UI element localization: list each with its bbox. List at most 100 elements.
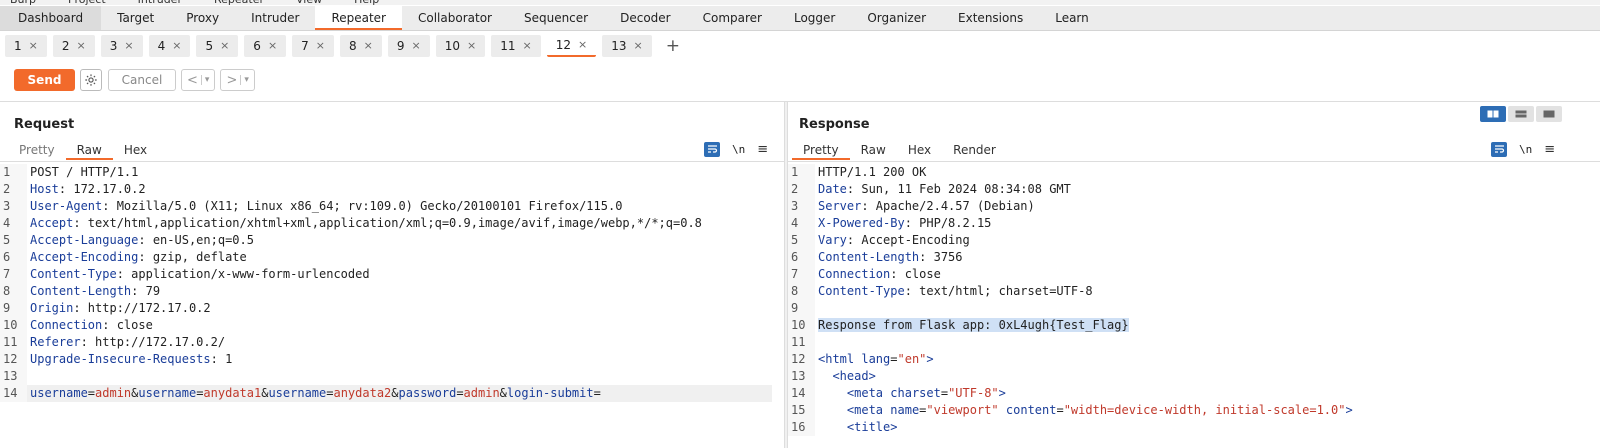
code-line: 16 <title>	[788, 419, 1353, 436]
repeater-tab-3[interactable]: 3 ×	[100, 35, 143, 57]
close-icon[interactable]: ×	[364, 35, 373, 57]
line-number: 1	[0, 164, 27, 181]
repeater-tab-4[interactable]: 4 ×	[148, 35, 191, 57]
repeater-tab-label: 7	[301, 39, 309, 53]
newline-toggle[interactable]: \n	[1519, 143, 1532, 156]
menu-repeater[interactable]: Repeater	[214, 0, 264, 5]
tab-logger[interactable]: Logger	[778, 6, 851, 30]
response-view-tab-pretty[interactable]: Pretty	[792, 140, 850, 160]
tabs-layout-icon[interactable]	[1536, 106, 1562, 122]
line-content: Accept-Encoding: gzip, deflate	[27, 249, 247, 266]
hamburger-menu-icon[interactable]: ≡	[1544, 142, 1555, 157]
code-line: 7 Content-Type: application/x-www-form-ur…	[0, 266, 772, 283]
repeater-tab-1[interactable]: 1 ×	[5, 35, 47, 57]
repeater-tab-9[interactable]: 9 ×	[387, 35, 430, 57]
menu-intruder[interactable]: Intruder	[138, 0, 182, 5]
line-content: <title>	[815, 419, 898, 436]
forward-button[interactable]: > ▾	[220, 69, 255, 91]
line-number: 13	[0, 368, 27, 385]
line-number: 8	[0, 283, 27, 300]
close-icon[interactable]: ×	[634, 35, 643, 57]
line-number: 9	[788, 300, 815, 317]
tab-extensions[interactable]: Extensions	[942, 6, 1039, 30]
response-view-tab-hex[interactable]: Hex	[897, 140, 942, 160]
request-view-tab-hex[interactable]: Hex	[113, 140, 158, 160]
token: : gzip, deflate	[138, 250, 247, 264]
response-view-tab-render[interactable]: Render	[942, 140, 1007, 160]
split-horizontal-icon[interactable]	[1480, 106, 1506, 122]
tab-comparer[interactable]: Comparer	[687, 6, 778, 30]
close-icon[interactable]: ×	[220, 35, 229, 57]
tab-sequencer[interactable]: Sequencer	[508, 6, 604, 30]
request-view-tab-pretty[interactable]: Pretty	[8, 140, 66, 160]
request-editor[interactable]: 1 POST / HTTP/1.1 2 Host: 172.17.0.2 3 User-A…	[0, 164, 772, 402]
tab-decoder[interactable]: Decoder	[604, 6, 687, 30]
request-title: Request	[14, 117, 75, 132]
response-view-tab-raw[interactable]: Raw	[850, 140, 897, 160]
line-number: 4	[0, 215, 27, 232]
newline-toggle[interactable]: \n	[732, 143, 745, 156]
tab-proxy[interactable]: Proxy	[170, 6, 235, 30]
forward-dropdown-icon[interactable]: ▾	[240, 75, 249, 85]
tab-organizer[interactable]: Organizer	[851, 6, 942, 30]
token: HTTP/1.1 200 OK	[818, 165, 927, 179]
menu-burp[interactable]: Burp	[10, 0, 36, 5]
close-icon[interactable]: ×	[124, 35, 133, 57]
token: : 1	[210, 352, 233, 366]
tab-intruder[interactable]: Intruder	[235, 6, 315, 30]
repeater-tab-12[interactable]: 12 ×	[546, 34, 597, 57]
add-tab-icon[interactable]: +	[666, 35, 680, 57]
repeater-tab-7[interactable]: 7 ×	[292, 35, 335, 57]
close-icon[interactable]: ×	[77, 35, 86, 57]
line-content: Content-Type: application/x-www-form-url…	[27, 266, 370, 283]
close-icon[interactable]: ×	[29, 35, 38, 57]
close-icon[interactable]: ×	[268, 35, 277, 57]
tab-collaborator[interactable]: Collaborator	[402, 6, 508, 30]
close-icon[interactable]: ×	[316, 35, 325, 57]
split-vertical-icon[interactable]	[1508, 106, 1534, 122]
repeater-tab-11[interactable]: 11 ×	[491, 35, 541, 57]
token: : close	[890, 267, 941, 281]
token: Accept-Encoding	[30, 250, 139, 264]
menu-view[interactable]: View	[296, 0, 322, 5]
back-arrow-icon: <	[187, 72, 198, 88]
line-content: Content-Length: 79	[27, 283, 160, 300]
settings-gear-icon[interactable]	[80, 69, 102, 91]
token: login-submit	[506, 386, 594, 400]
repeater-tab-label: 13	[611, 39, 627, 53]
back-button[interactable]: < ▾	[181, 69, 216, 91]
close-icon[interactable]: ×	[412, 35, 421, 57]
menu-project[interactable]: Project	[68, 0, 106, 5]
tab-learn[interactable]: Learn	[1039, 6, 1105, 30]
hamburger-menu-icon[interactable]: ≡	[757, 142, 768, 157]
send-button[interactable]: Send	[14, 69, 75, 91]
repeater-tab-13[interactable]: 13 ×	[602, 35, 652, 57]
repeater-tab-6[interactable]: 6 ×	[244, 35, 287, 57]
back-dropdown-icon[interactable]: ▾	[200, 75, 209, 85]
token: Server	[818, 199, 862, 213]
line-content: <meta charset="UTF-8">	[815, 385, 1006, 402]
token: User-Agent	[30, 199, 103, 213]
token: username	[138, 386, 197, 400]
cancel-button[interactable]: Cancel	[108, 69, 176, 91]
tab-target[interactable]: Target	[101, 6, 170, 30]
close-icon[interactable]: ×	[467, 35, 476, 57]
repeater-tab-2[interactable]: 2 ×	[52, 35, 95, 57]
menu-help[interactable]: Help	[354, 0, 379, 5]
word-wrap-icon[interactable]	[704, 141, 720, 157]
tab-repeater[interactable]: Repeater	[315, 6, 402, 30]
close-icon[interactable]: ×	[523, 35, 532, 57]
code-line: 1 HTTP/1.1 200 OK	[788, 164, 1353, 181]
response-editor[interactable]: 1 HTTP/1.1 200 OK 2 Date: Sun, 11 Feb 2024 …	[788, 164, 1353, 436]
repeater-tab-8[interactable]: 8 ×	[340, 35, 382, 57]
line-content: HTTP/1.1 200 OK	[815, 164, 926, 181]
repeater-tab-10[interactable]: 10 ×	[435, 35, 486, 57]
word-wrap-icon[interactable]	[1491, 141, 1507, 157]
close-icon[interactable]: ×	[578, 34, 587, 56]
token: "width=device-width, initial-scale=1.0"	[1063, 403, 1346, 417]
repeater-tab-5[interactable]: 5 ×	[196, 35, 239, 57]
request-view-tab-raw[interactable]: Raw	[65, 140, 113, 160]
close-icon[interactable]: ×	[172, 35, 181, 57]
tab-dashboard[interactable]: Dashboard	[0, 6, 102, 30]
